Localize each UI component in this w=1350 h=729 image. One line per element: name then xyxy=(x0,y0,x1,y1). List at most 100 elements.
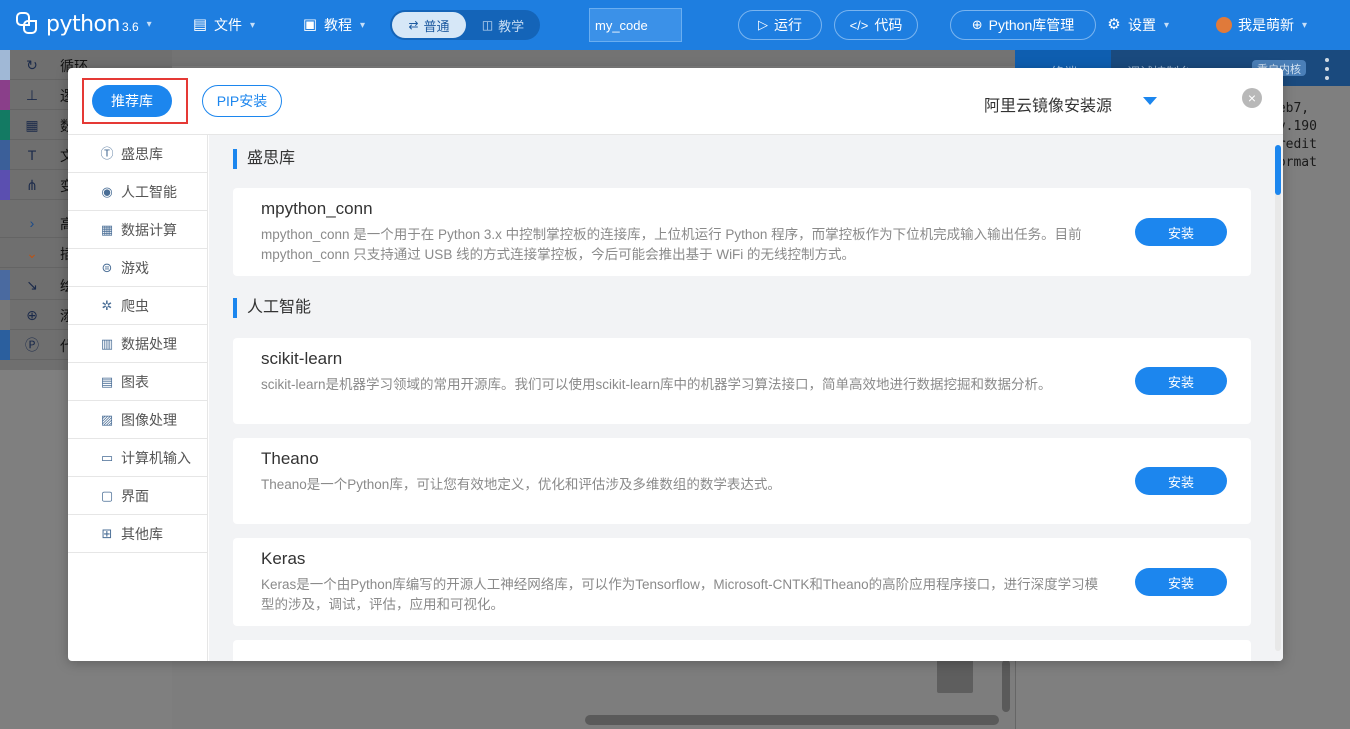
sidebar-item-label: 爬虫 xyxy=(121,297,149,314)
loop-icon: ↻ xyxy=(26,57,38,73)
sidebar-item-label: 数据处理 xyxy=(121,335,177,352)
top-toolbar: python 3.6 ▾ ▤ 文件 ▾ ▣ 教程 ▾ ⇄ 普通 ◫ 教学 my_… xyxy=(0,0,1350,50)
tutorial-menu[interactable]: ▣ 教程 ▾ xyxy=(302,0,365,50)
library-list-scrollbar[interactable] xyxy=(1275,145,1281,651)
sidebar-item-shengsi[interactable]: Ⓣ 盛思库 xyxy=(68,135,208,173)
tab-pip-install[interactable]: PIP安装 xyxy=(202,85,282,117)
settings-label: 设置 xyxy=(1128,17,1156,33)
file-menu[interactable]: ▤ 文件 ▾ xyxy=(192,0,255,50)
category-stripe xyxy=(0,300,10,330)
install-button[interactable]: 安装 xyxy=(1135,218,1227,246)
category-stripe xyxy=(0,270,10,300)
avatar xyxy=(1216,17,1232,33)
library-description: scikit-learn是机器学习领域的常用开源库。我们可以使用scikit-l… xyxy=(261,377,1052,392)
book-icon: ▣ xyxy=(302,16,318,33)
library-manager-dialog: 推荐库 PIP安装 阿里云镜像安装源 × Ⓣ 盛思库 ◉ 人工智能 ▦ 数据计算 ⊜ 游… xyxy=(68,68,1283,661)
library-card: Keras Keras是一个由Python库编写的开源人工神经网络库，可以作为T… xyxy=(233,538,1251,626)
mode-teach-icon: ◫ xyxy=(481,18,494,32)
grid-icon: ⊞ xyxy=(101,525,113,541)
bug-icon: ✲ xyxy=(101,297,113,313)
section-title: 盛思库 xyxy=(233,149,295,169)
library-name: mpython_conn xyxy=(261,199,373,218)
library-card: scikit-learn scikit-learn是机器学习领域的常用开源库。我… xyxy=(233,338,1251,424)
user-name: 我是萌新 xyxy=(1238,17,1294,33)
sidebar-item-game[interactable]: ⊜ 游戏 xyxy=(68,249,208,287)
category-stripe xyxy=(0,140,10,170)
variable-icon: ⋔ xyxy=(26,177,38,193)
chevron-down-icon: ▾ xyxy=(1164,19,1170,31)
chevron-down-icon: ▾ xyxy=(1302,19,1308,31)
sidebar-item-image-processing[interactable]: ▨ 图像处理 xyxy=(68,401,208,439)
chevron-down-icon: ▾ xyxy=(146,18,152,30)
sidebar-item-crawler[interactable]: ✲ 爬虫 xyxy=(68,287,208,325)
plus-circle-icon: ⊕ xyxy=(971,17,983,32)
tab-recommended-libraries[interactable]: 推荐库 xyxy=(92,85,172,117)
library-card: Theano Theano是一个Python库，可让您有效地定义，优化和评估涉及… xyxy=(233,438,1251,524)
install-button[interactable]: 安装 xyxy=(1135,568,1227,596)
close-button[interactable]: × xyxy=(1242,88,1262,108)
caret-down-icon[interactable] xyxy=(1143,97,1157,105)
bar-chart-icon: ▥ xyxy=(100,335,114,351)
tutorial-menu-label: 教程 xyxy=(324,17,352,33)
window-icon: ▢ xyxy=(100,487,114,503)
ai-icon: ◉ xyxy=(101,183,113,199)
lib-manager-button[interactable]: ⊕ Python库管理 xyxy=(950,10,1096,40)
monitor-icon: ▭ xyxy=(100,449,114,465)
sidebar-item-data-compute[interactable]: ▦ 数据计算 xyxy=(68,211,208,249)
sidebar-item-ui[interactable]: ▢ 界面 xyxy=(68,477,208,515)
chevron-down-icon: ⌄ xyxy=(26,245,38,261)
app-logo[interactable]: python 3.6 ▾ xyxy=(14,11,152,37)
sidebar-item-data-processing[interactable]: ▥ 数据处理 xyxy=(68,325,208,363)
mode-normal-label: 普通 xyxy=(423,18,450,34)
workspace-horizontal-scrollbar[interactable] xyxy=(585,715,999,725)
more-options-icon[interactable] xyxy=(1325,58,1329,80)
sidebar-item-charts[interactable]: ▤ 图表 xyxy=(68,363,208,401)
library-list: 盛思库 mpython_conn mpython_conn 是一个用于在 Pyt… xyxy=(209,135,1283,661)
python-logo-icon xyxy=(14,11,40,37)
scrollbar-thumb[interactable] xyxy=(1275,145,1281,195)
mode-switch: ⇄ 普通 ◫ 教学 xyxy=(390,10,540,40)
workspace-vertical-scrollbar[interactable] xyxy=(1002,660,1010,712)
category-stripe xyxy=(0,110,10,140)
sidebar-item-label: 其他库 xyxy=(121,525,163,542)
library-name: scikit-learn xyxy=(261,349,343,368)
file-name-input[interactable]: my_code xyxy=(589,8,682,42)
library-name: Theano xyxy=(261,449,319,468)
python-p-icon: Ⓟ xyxy=(25,337,39,353)
code-label: 代码 xyxy=(874,17,903,33)
user-menu[interactable]: 我是萌新 ▾ xyxy=(1216,0,1307,50)
sidebar-item-label: 人工智能 xyxy=(121,183,177,200)
code-icon: </> xyxy=(849,17,869,33)
category-stripe xyxy=(0,170,10,200)
table-icon: ▤ xyxy=(100,373,114,389)
workspace-header xyxy=(172,50,1015,66)
library-card: mpython_conn mpython_conn 是一个用于在 Python … xyxy=(233,188,1251,276)
text-icon: T xyxy=(27,147,37,163)
mirror-source-select[interactable]: 阿里云镜像安装源 xyxy=(984,92,1112,116)
sidebar-item-computer-input[interactable]: ▭ 计算机输入 xyxy=(68,439,208,477)
sidebar-item-label: 计算机输入 xyxy=(121,449,191,466)
chevron-right-icon: › xyxy=(29,215,35,231)
mode-normal-icon: ⇄ xyxy=(408,18,419,32)
install-button[interactable]: 安装 xyxy=(1135,367,1227,395)
category-stripe xyxy=(0,50,10,80)
logo-text: python xyxy=(46,11,120,37)
run-button[interactable]: ▷ 运行 xyxy=(738,10,822,40)
sidebar-item-other[interactable]: ⊞ 其他库 xyxy=(68,515,208,553)
install-button[interactable]: 安装 xyxy=(1135,467,1227,495)
sidebar-item-ai[interactable]: ◉ 人工智能 xyxy=(68,173,208,211)
sidebar-item-label: 图像处理 xyxy=(121,411,177,428)
play-icon: ▷ xyxy=(758,17,768,32)
category-stripe xyxy=(0,80,10,110)
file-menu-label: 文件 xyxy=(214,17,242,33)
section-title: 人工智能 xyxy=(233,298,311,318)
library-name: Keras xyxy=(261,549,306,568)
library-category-sidebar: Ⓣ 盛思库 ◉ 人工智能 ▦ 数据计算 ⊜ 游戏 ✲ 爬虫 ▥ 数据处理 ▤ 图表 ▨ 图像处理… xyxy=(68,135,208,661)
library-description: Theano是一个Python库，可让您有效地定义，优化和评估涉及多维数组的数学… xyxy=(261,477,781,492)
sidebar-item-label: 界面 xyxy=(121,487,149,504)
code-button[interactable]: </> 代码 xyxy=(834,10,918,40)
mode-normal-button[interactable]: ⇄ 普通 xyxy=(392,12,466,38)
mode-teach-button[interactable]: ◫ 教学 xyxy=(466,16,540,35)
settings-menu[interactable]: ⚙ 设置 ▾ xyxy=(1106,0,1169,50)
mode-teach-label: 教学 xyxy=(498,18,525,34)
